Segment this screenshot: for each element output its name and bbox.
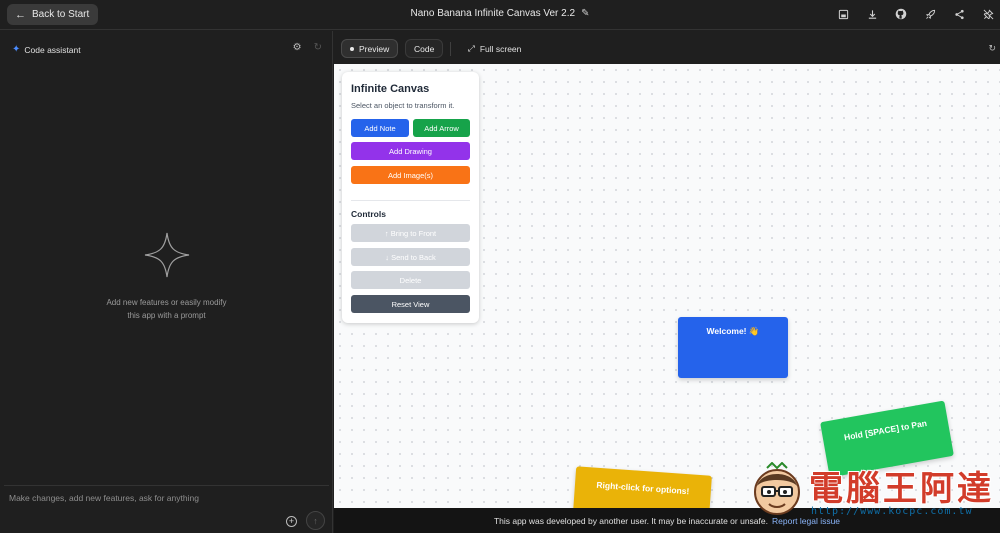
fullscreen-button[interactable]: ⤢ Full screen [460, 39, 529, 58]
reload-icon[interactable]: ↻ [988, 43, 996, 54]
disclaimer-text: This app was developed by another user. … [493, 515, 768, 526]
code-assistant-title: Code assistant [24, 44, 81, 55]
add-images-button[interactable]: Add Image(s) [351, 166, 470, 184]
code-assistant-panel: ✦ Code assistant ⚙ ↻ Add new features or… [0, 31, 333, 533]
note-welcome-text: Welcome! 👋 [706, 326, 760, 336]
add-drawing-button[interactable]: Add Drawing [351, 142, 470, 160]
refresh-icon[interactable]: ↻ [314, 42, 322, 53]
tab-code-label: Code [414, 43, 435, 54]
bring-to-front-button[interactable]: ↑ Bring to Front [351, 224, 470, 242]
add-note-button[interactable]: Add Note [351, 119, 409, 137]
panel-title: Infinite Canvas [351, 83, 430, 95]
panel-divider [351, 200, 470, 201]
gear-icon[interactable]: ⚙ [293, 42, 302, 53]
github-icon[interactable] [893, 6, 909, 22]
empty-state-text: Add new features or easily modify this a… [0, 297, 333, 322]
top-bar: ← Back to Start Nano Banana Infinite Can… [0, 0, 1000, 30]
app-title-text: Nano Banana Infinite Canvas Ver 2.2 [410, 8, 576, 19]
send-button[interactable]: ↑ [306, 511, 325, 530]
download-icon[interactable] [864, 6, 880, 22]
rocket-icon[interactable] [922, 6, 938, 22]
fullscreen-label: Full screen [479, 43, 522, 54]
watermark-text: 電腦王阿達 [809, 469, 994, 509]
reset-view-button[interactable]: Reset View [351, 295, 470, 313]
watermark-logo: 電腦王阿達 http://www.kocpc.com.tw [751, 458, 996, 530]
mascot-face-icon [751, 461, 803, 520]
watermark-url: http://www.kocpc.com.tw [811, 506, 973, 517]
canvas-control-panel: Infinite Canvas Select an object to tran… [342, 72, 479, 323]
note-hold-space-text: Hold [SPACE] to Pan [843, 417, 928, 443]
note-welcome[interactable]: Welcome! 👋 [678, 317, 788, 378]
empty-state-line-2: this app with a prompt [127, 310, 206, 320]
dot-icon [350, 46, 354, 51]
empty-state-line-1: Add new features or easily modify [106, 298, 227, 307]
add-attachment-icon[interactable]: + [286, 516, 297, 527]
send-to-back-button[interactable]: ↓ Send to Back [351, 248, 470, 266]
save-icon[interactable] [835, 6, 851, 22]
sparkle-outline-icon [143, 231, 191, 284]
share-icon[interactable] [951, 6, 967, 22]
infinite-canvas[interactable]: Infinite Canvas Select an object to tran… [334, 64, 1000, 508]
toolbar-divider [450, 42, 451, 56]
panel-subtitle: Select an object to transform it. [351, 101, 455, 110]
note-right-click-text: Right-click for options! [596, 479, 690, 497]
delete-button[interactable]: Delete [351, 271, 470, 289]
add-arrow-button[interactable]: Add Arrow [413, 119, 470, 137]
prompt-input[interactable]: Make changes, add new features, ask for … [9, 493, 199, 503]
prompt-divider [4, 485, 329, 486]
preview-toolbar: Preview Code ⤢ Full screen ↻ [334, 31, 1000, 64]
tab-preview-label: Preview [359, 43, 390, 54]
unpin-icon[interactable] [980, 6, 996, 22]
tab-code[interactable]: Code [405, 39, 444, 58]
sparkle-icon: ✦ [12, 44, 21, 55]
expand-icon: ⤢ [468, 43, 475, 53]
pencil-icon[interactable]: ✎ [581, 8, 589, 19]
code-assistant-header: ✦ Code assistant [12, 44, 81, 55]
top-actions [835, 6, 996, 22]
assistant-actions: ⚙ ↻ [293, 42, 322, 53]
controls-heading: Controls [351, 209, 386, 219]
note-right-click[interactable]: Right-click for options! [572, 466, 712, 508]
tab-preview[interactable]: Preview [341, 39, 399, 58]
